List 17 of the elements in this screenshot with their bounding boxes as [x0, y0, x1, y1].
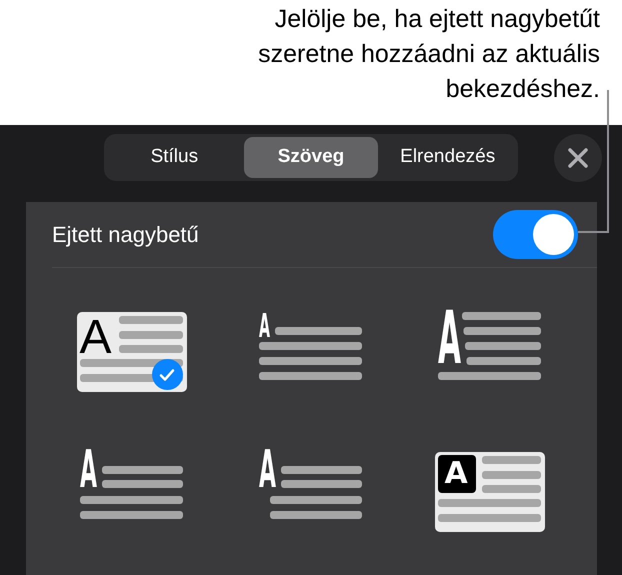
drop-cap-style-option[interactable]: A	[76, 312, 186, 392]
drop-cap-style-option[interactable]: A	[256, 312, 366, 392]
drop-cap-label: Ejtett nagybetű	[52, 221, 199, 249]
close-icon	[568, 148, 588, 168]
drop-cap-letter: A	[258, 314, 270, 338]
tab[interactable]: Elrendezés	[380, 137, 516, 178]
letter-box	[438, 455, 476, 493]
close-button[interactable]	[554, 134, 602, 182]
drop-cap-letter: A	[80, 320, 112, 355]
drop-cap-letter: A	[438, 312, 460, 365]
callout-text: Jelölje be, ha ejtett nagybetűt szeretne hozzáadni az aktuális bekezdéshez.	[257, 4, 600, 105]
drop-cap-letter: A	[444, 463, 468, 485]
drop-cap-style-option[interactable]: A	[434, 452, 544, 532]
drop-cap-style-option[interactable]: A	[434, 312, 544, 392]
drop-cap-toggle[interactable]	[493, 210, 578, 259]
tab[interactable]: Szöveg	[244, 137, 378, 178]
tab[interactable]: Stílus	[107, 137, 242, 178]
